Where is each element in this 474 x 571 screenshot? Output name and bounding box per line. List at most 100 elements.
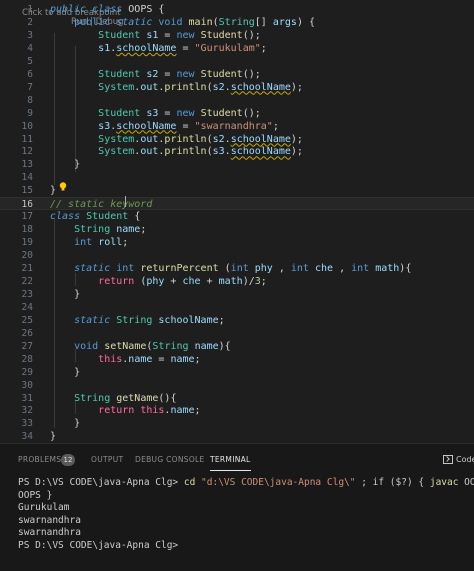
line-number[interactable]: 6 (0, 68, 33, 81)
code-line[interactable]: 11 System.out.println(s2.schoolName); (0, 133, 474, 146)
code-line[interactable]: 26 (0, 327, 474, 340)
line-number[interactable]: 34 (0, 430, 33, 443)
code-text: Student s3 = new Student(); (50, 107, 261, 120)
code-token: ; (194, 405, 201, 417)
tab-terminal[interactable]: TERMINAL (210, 453, 251, 471)
code-line[interactable]: 16// static keyword (0, 197, 474, 211)
line-number[interactable]: 12 (0, 145, 33, 158)
code-line[interactable]: 19 int roll; (0, 236, 474, 249)
code-line[interactable]: 22 return (phy + che + math)/3; (0, 275, 474, 288)
code-text: } (50, 430, 56, 443)
line-number[interactable]: 17 (0, 210, 33, 223)
line-number[interactable]: 26 (0, 327, 33, 340)
terminal-command-continuation: OOPS } (18, 489, 53, 501)
code-line[interactable]: 23 } (0, 288, 474, 301)
tab-output[interactable]: OUTPUT (91, 453, 123, 467)
code-line[interactable]: 34} (0, 430, 474, 443)
code-token: public (50, 4, 87, 15)
lightbulb-icon[interactable] (59, 182, 67, 191)
code-token: out (140, 133, 159, 145)
line-number[interactable]: 21 (0, 262, 33, 275)
code-editor[interactable]: Click to add breakpoint Run | Debug 1 pub… (0, 0, 474, 443)
line-number[interactable]: 33 (0, 417, 33, 430)
line-number[interactable]: 25 (0, 314, 33, 327)
code-line[interactable]: 5 (0, 55, 474, 68)
tab-problems[interactable]: PROBLEMS (18, 453, 61, 467)
code-token: math (375, 263, 400, 274)
tab-debug-console[interactable]: DEBUG CONSOLE (135, 453, 205, 467)
line-number[interactable]: 4 (0, 42, 33, 55)
line-number[interactable]: 23 (0, 288, 33, 301)
line-number[interactable]: 5 (0, 55, 33, 68)
line-number[interactable]: 29 (0, 366, 33, 379)
line-number[interactable]: 32 (0, 404, 33, 417)
terminal-icon[interactable] (443, 455, 453, 464)
line-number[interactable]: 18 (0, 223, 33, 236)
code-line[interactable]: 31 String getName(){ (0, 392, 474, 405)
code-line[interactable]: 8 (0, 94, 474, 107)
line-number[interactable]: 13 (0, 158, 33, 171)
terminal-cmd-file: OOPS.java (464, 477, 474, 488)
line-number[interactable]: 1 (0, 3, 33, 16)
terminal-output-line: swarnandhra (18, 527, 81, 538)
line-number[interactable]: 14 (0, 171, 33, 184)
code-token: } (50, 185, 57, 197)
line-number[interactable]: 15 (0, 184, 33, 197)
code-line[interactable]: 32 return this.name; (0, 404, 474, 417)
code-token: static (74, 314, 111, 326)
code-line[interactable]: 15} (0, 184, 474, 197)
code-line[interactable]: 4 s1.schoolName = "Gurukulam"; (0, 42, 474, 55)
code-line[interactable]: 2 public static void main(String[] args)… (0, 16, 474, 29)
code-line[interactable]: 20 (0, 249, 474, 262)
code-token: s3 (98, 120, 111, 132)
code-token: che (314, 263, 334, 274)
code-token: s3 (146, 107, 159, 119)
code-line[interactable]: 6 Student s2 = new Student(); (0, 68, 474, 81)
line-number[interactable]: 2 (0, 16, 33, 29)
code-line[interactable]: 18 String name; (0, 223, 474, 236)
code-line[interactable]: 12 System.out.println(s3.schoolName); (0, 145, 474, 158)
line-number[interactable]: 27 (0, 340, 33, 353)
code-line[interactable]: 13 } (0, 158, 474, 171)
line-number[interactable]: 22 (0, 275, 33, 288)
code-line[interactable]: 3 Student s1 = new Student(); (0, 29, 474, 42)
code-line[interactable]: 29 } (0, 366, 474, 379)
terminal-instance-label[interactable]: Code (456, 453, 474, 467)
line-number[interactable]: 31 (0, 392, 33, 405)
line-number[interactable]: 8 (0, 94, 33, 107)
line-number[interactable]: 7 (0, 81, 33, 94)
line-number[interactable]: 30 (0, 379, 33, 392)
code-token: } (50, 418, 81, 430)
code-line[interactable]: 30 (0, 379, 474, 392)
code-line[interactable]: 33 } (0, 417, 474, 430)
code-line[interactable]: 9 Student s3 = new Student(); (0, 107, 474, 120)
code-line[interactable]: 1 public class OOPS { (0, 3, 474, 16)
code-line[interactable]: 17 class Student { (0, 210, 474, 223)
code-line[interactable]: 21 static int returnPercent (int phy , i… (0, 262, 474, 275)
code-line[interactable]: 27 void setName(String name){ (0, 340, 474, 353)
line-number[interactable]: 3 (0, 29, 33, 42)
terminal-output[interactable]: PS D:\VS CODE\java-Apna Clg> cd "d:\VS C… (18, 477, 474, 552)
code-text: System.out.println(s2.schoolName); (50, 81, 303, 94)
code-line[interactable]: 28 this.name = name; (0, 353, 474, 366)
line-number[interactable]: 19 (0, 236, 33, 249)
code-line[interactable]: 10 s3.schoolName = "swarnandhra"; (0, 120, 474, 133)
line-number[interactable]: 9 (0, 107, 33, 120)
code-token: s1 (98, 42, 111, 54)
line-number[interactable]: 28 (0, 353, 33, 366)
code-line[interactable]: 24 (0, 301, 474, 314)
line-number[interactable]: 24 (0, 301, 33, 314)
line-number[interactable]: 10 (0, 120, 33, 133)
code-line[interactable]: 7 System.out.println(s2.schoolName); (0, 81, 474, 94)
code-text: return this.name; (50, 404, 201, 417)
line-number[interactable]: 11 (0, 133, 33, 146)
terminal-prompt-line: PS D:\VS CODE\java-Apna Clg> (18, 539, 184, 551)
code-token: int (351, 263, 370, 274)
code-line[interactable]: 14 (0, 171, 474, 184)
code-line[interactable]: 25 static String schoolName; (0, 314, 474, 327)
line-number[interactable]: 20 (0, 249, 33, 262)
